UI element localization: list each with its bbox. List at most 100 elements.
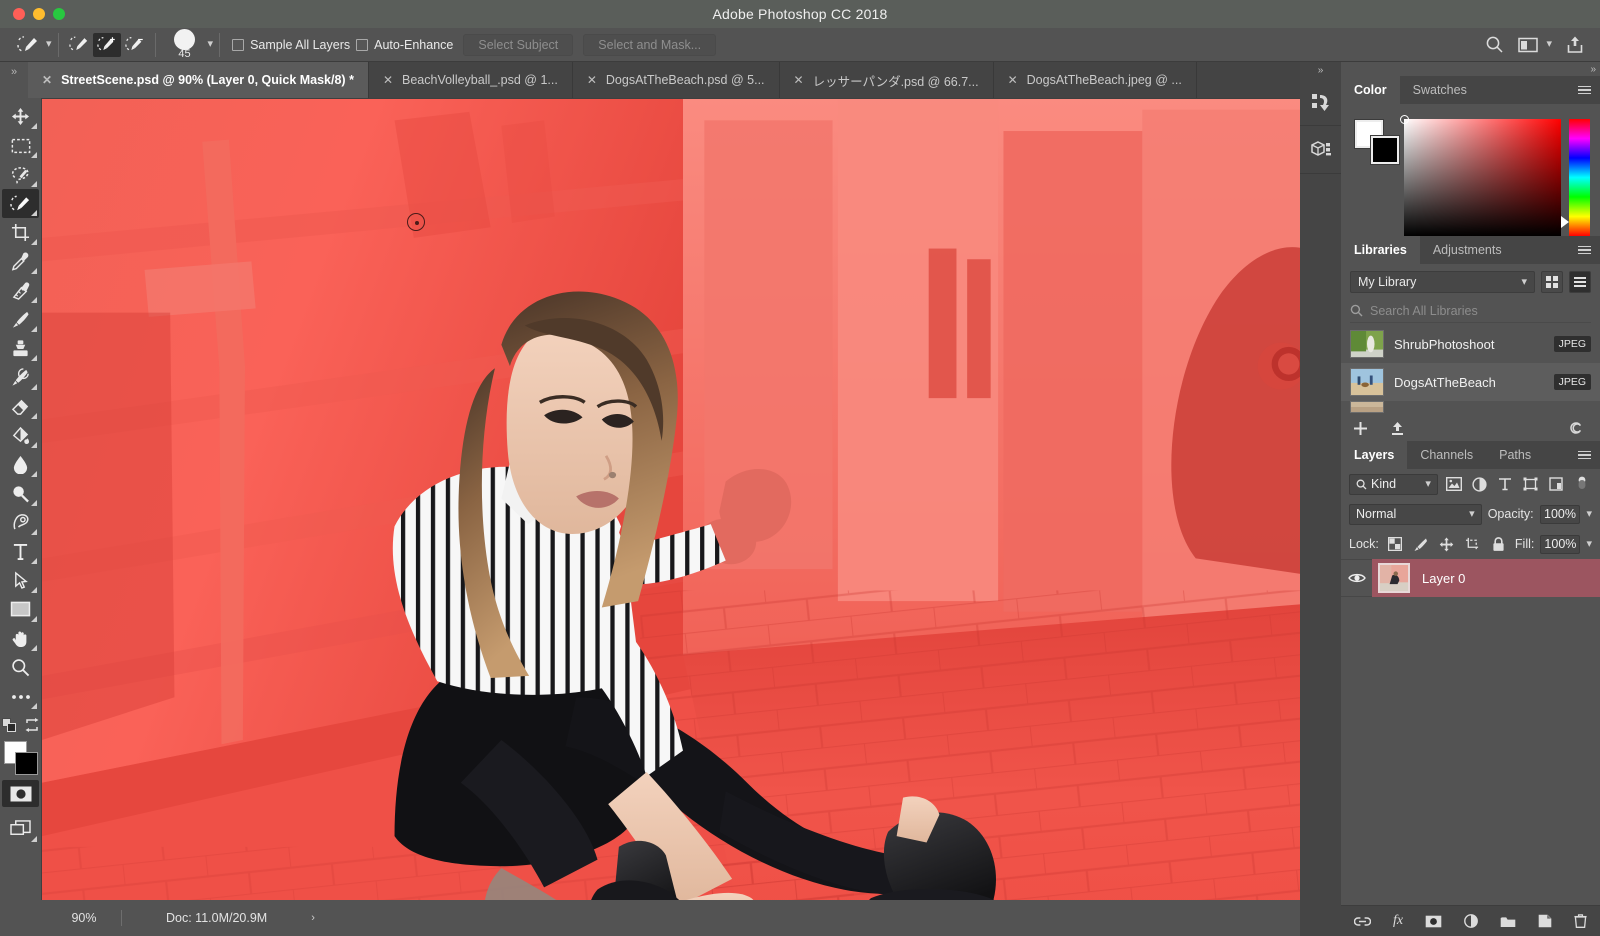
rail-collapse-icon[interactable]: »: [1300, 62, 1341, 78]
layer-row-layer0[interactable]: Layer 0: [1372, 559, 1600, 597]
auto-enhance-checkbox[interactable]: Auto-Enhance: [356, 38, 453, 52]
lasso-tool[interactable]: [2, 160, 39, 189]
dodge-tool[interactable]: [2, 479, 39, 508]
close-tab-icon[interactable]: ✕: [794, 73, 804, 87]
quick-mask-mode-button[interactable]: [2, 780, 39, 807]
document-tab-beachvolleyball[interactable]: ✕ BeachVolleyball_.psd @ 1...: [368, 62, 573, 98]
creative-cloud-icon[interactable]: [1570, 421, 1588, 435]
tab-color[interactable]: Color: [1341, 76, 1400, 104]
tab-layers[interactable]: Layers: [1341, 441, 1408, 469]
hue-slider-handle-icon[interactable]: [1561, 216, 1569, 228]
document-tab-streetscene[interactable]: ✕ StreetScene.psd @ 90% (Layer 0, Quick …: [28, 62, 369, 98]
brush-picker-chevron-icon[interactable]: ▾: [208, 39, 214, 50]
close-tab-icon[interactable]: ✕: [383, 73, 393, 87]
clone-stamp-tool[interactable]: [2, 334, 39, 363]
lock-artboard-icon[interactable]: [1463, 534, 1483, 555]
edit-toolbar-ellipsis-icon[interactable]: [2, 682, 39, 711]
document-tab-dogsatthebeach-psd[interactable]: ✕ DogsAtTheBeach.psd @ 5...: [572, 62, 780, 98]
add-layer-mask-icon[interactable]: [1425, 915, 1442, 928]
quick-selection-tool-icon[interactable]: [14, 33, 42, 57]
new-fill-adjustment-layer-icon[interactable]: [1464, 914, 1478, 928]
workspace-icon[interactable]: [1518, 37, 1539, 53]
search-icon[interactable]: [1485, 35, 1504, 54]
sample-all-layers-box-icon[interactable]: [232, 38, 245, 51]
color-panel-menu-icon[interactable]: [1569, 76, 1600, 104]
color-panel-background-swatch[interactable]: [1371, 136, 1399, 164]
libraries-search-row[interactable]: Search All Libraries: [1350, 299, 1591, 323]
swap-colors-icon[interactable]: [25, 718, 39, 732]
layer-visibility-eye-icon[interactable]: [1341, 572, 1372, 584]
fill-field[interactable]: 100%: [1540, 534, 1581, 554]
hand-tool[interactable]: [2, 624, 39, 653]
quick-selection-tool[interactable]: [2, 189, 39, 218]
brush-size-picker[interactable]: 45: [162, 28, 208, 62]
table-row[interactable]: Layer 0: [1341, 559, 1600, 597]
history-brush-tool[interactable]: [2, 363, 39, 392]
delete-layer-icon[interactable]: [1574, 914, 1587, 928]
lock-image-pixels-icon[interactable]: [1411, 534, 1431, 555]
color-field-picker[interactable]: [1400, 115, 1561, 236]
spot-healing-brush-tool[interactable]: [2, 276, 39, 305]
color-panel-swatches[interactable]: [1355, 120, 1399, 164]
grid-view-icon[interactable]: [1541, 271, 1563, 293]
fill-chevron-down-icon[interactable]: ▾: [1586, 538, 1592, 550]
layer-filter-kind-select[interactable]: Kind ▾: [1349, 473, 1438, 495]
libraries-panel-menu-icon[interactable]: [1569, 236, 1600, 264]
tab-swatches[interactable]: Swatches: [1399, 76, 1480, 104]
close-tab-icon[interactable]: ✕: [587, 73, 597, 87]
layers-panel-menu-icon[interactable]: [1569, 441, 1600, 469]
link-layers-icon[interactable]: [1353, 916, 1371, 927]
library-item-dogsatthebeach[interactable]: DogsAtTheBeach JPEG: [1341, 363, 1600, 401]
type-tool[interactable]: [2, 537, 39, 566]
eraser-tool[interactable]: [2, 392, 39, 421]
filter-smart-object-icon[interactable]: [1547, 474, 1567, 495]
add-icon[interactable]: [1353, 421, 1368, 436]
lock-transparent-pixels-icon[interactable]: [1385, 534, 1405, 555]
rectangular-marquee-tool[interactable]: [2, 131, 39, 160]
close-tab-icon[interactable]: ✕: [42, 73, 52, 87]
close-tab-icon[interactable]: ✕: [1008, 73, 1018, 87]
tool-preset-picker[interactable]: ▾: [0, 33, 52, 57]
lock-all-icon[interactable]: [1489, 534, 1509, 555]
status-expand-arrow-icon[interactable]: ›: [267, 912, 315, 924]
tab-channels[interactable]: Channels: [1407, 441, 1487, 469]
library-item-shrubphotoshoot[interactable]: ShrubPhotoshoot JPEG: [1341, 325, 1600, 363]
list-view-icon[interactable]: [1569, 271, 1591, 293]
zoom-level-field[interactable]: 90%: [41, 911, 121, 925]
3d-panel-icon[interactable]: [1300, 126, 1341, 174]
blend-mode-chevron-down-icon[interactable]: ▾: [1469, 508, 1475, 520]
color-panel[interactable]: [1341, 104, 1600, 236]
rectangle-tool[interactable]: [2, 595, 39, 624]
hue-slider[interactable]: [1569, 119, 1590, 236]
opacity-chevron-down-icon[interactable]: ▾: [1586, 508, 1592, 520]
path-selection-tool[interactable]: [2, 566, 39, 595]
tab-overflow-left-icon[interactable]: »: [0, 62, 28, 98]
new-selection-mode-button[interactable]: [65, 33, 93, 57]
blend-mode-select[interactable]: Normal ▾: [1349, 503, 1482, 525]
sample-all-layers-checkbox[interactable]: Sample All Layers: [232, 38, 350, 52]
brush-tool[interactable]: [2, 305, 39, 334]
filter-type-icon[interactable]: [1495, 474, 1515, 495]
gradient-tool[interactable]: [2, 421, 39, 450]
screen-mode-button[interactable]: [2, 815, 39, 844]
foreground-background-color-swatches[interactable]: [2, 739, 39, 777]
background-color-swatch[interactable]: [15, 752, 38, 775]
filter-shape-icon[interactable]: [1521, 474, 1541, 495]
library-select-chevron-down-icon[interactable]: ▾: [1521, 276, 1527, 288]
default-colors-icon[interactable]: [2, 717, 17, 733]
filter-adjustment-icon[interactable]: [1470, 474, 1490, 495]
crop-tool[interactable]: [2, 218, 39, 247]
layer-thumbnail[interactable]: [1378, 563, 1410, 593]
filter-pixel-icon[interactable]: [1444, 474, 1464, 495]
document-tab-dogsatthebeach-jpeg[interactable]: ✕ DogsAtTheBeach.jpeg @ ...: [993, 62, 1197, 98]
tab-paths[interactable]: Paths: [1486, 441, 1545, 469]
layer-style-fx-icon[interactable]: fx: [1393, 913, 1403, 929]
eyedropper-tool[interactable]: [2, 247, 39, 276]
move-tool[interactable]: [2, 102, 39, 131]
library-item-partial[interactable]: [1341, 401, 1600, 415]
add-to-selection-mode-button[interactable]: [92, 32, 121, 57]
layer-filter-chevron-down-icon[interactable]: ▾: [1425, 478, 1431, 490]
history-panel-icon[interactable]: [1300, 78, 1341, 126]
lock-position-icon[interactable]: [1437, 534, 1457, 555]
select-subject-button[interactable]: Select Subject: [463, 33, 574, 56]
